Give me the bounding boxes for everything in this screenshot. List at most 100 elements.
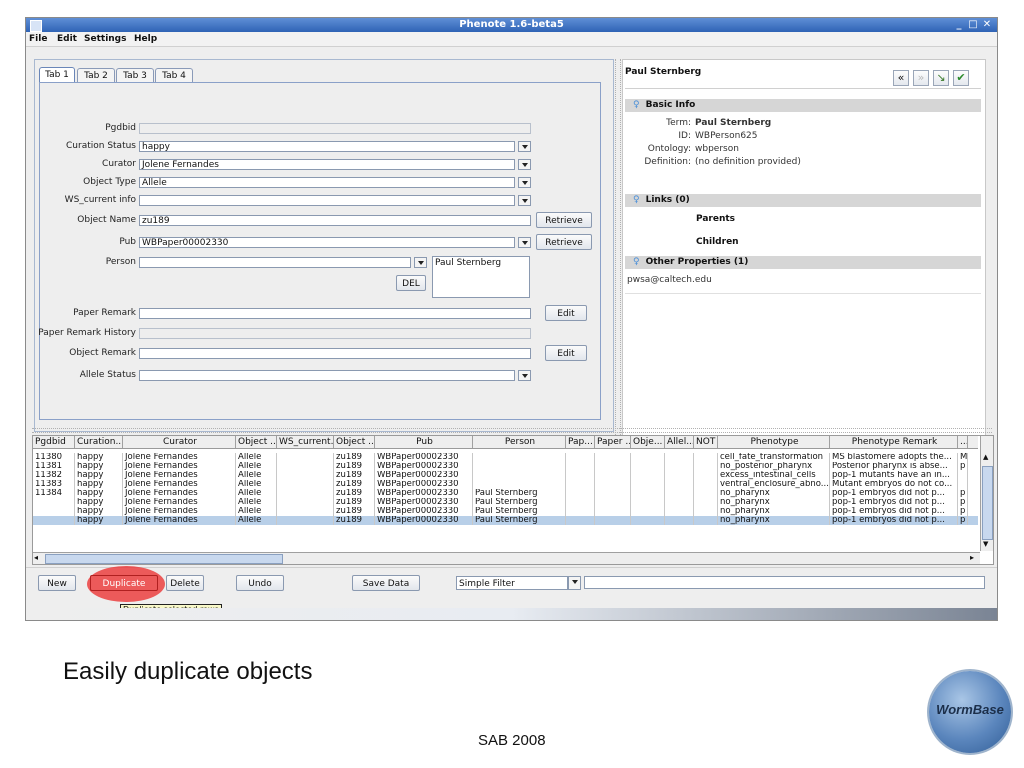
other-properties-section[interactable]: ♀ Other Properties (1): [625, 256, 981, 269]
table-cell[interactable]: pop-1 embryos did not p...: [830, 516, 958, 525]
table-cell[interactable]: Allele: [236, 471, 277, 480]
table-row[interactable]: 11381 happy Jolene Fernandes Allele zu189 WBP…: [33, 462, 978, 471]
horizontal-scrollbar[interactable]: ◂ ▸: [33, 552, 980, 564]
del-button[interactable]: DEL: [396, 275, 426, 291]
column-header[interactable]: Curator: [123, 436, 236, 448]
table-cell[interactable]: [277, 498, 334, 507]
table-cell[interactable]: [694, 498, 718, 507]
table-cell[interactable]: [595, 516, 631, 525]
object-name-field[interactable]: zu189: [139, 215, 531, 226]
column-header[interactable]: Obje...: [631, 436, 665, 448]
table-cell[interactable]: WBPaper00002330: [375, 498, 473, 507]
table-row[interactable]: 11382 happy Jolene Fernandes Allele zu189 WBP…: [33, 471, 978, 480]
table-cell[interactable]: [595, 480, 631, 489]
table-cell[interactable]: [631, 498, 665, 507]
table-cell[interactable]: Allele: [236, 498, 277, 507]
table-cell[interactable]: [566, 489, 595, 498]
table-cell[interactable]: [33, 507, 75, 516]
table-cell[interactable]: zu189: [334, 453, 375, 462]
table-cell[interactable]: [631, 480, 665, 489]
column-header[interactable]: Paper ...: [595, 436, 631, 448]
column-header[interactable]: Phenotype: [718, 436, 830, 448]
table-cell[interactable]: Jolene Fernandes: [123, 471, 236, 480]
object-type-dropdown-icon[interactable]: [518, 177, 531, 188]
object-type-field[interactable]: Allele: [139, 177, 515, 188]
column-header[interactable]: Pgdbid: [33, 436, 75, 448]
column-header[interactable]: Curation...: [75, 436, 123, 448]
table-cell[interactable]: [473, 471, 566, 480]
table-cell[interactable]: Allele: [236, 480, 277, 489]
table-cell[interactable]: 11381: [33, 462, 75, 471]
table-cell[interactable]: [694, 453, 718, 462]
table-cell[interactable]: p: [958, 462, 968, 471]
column-header[interactable]: ...: [958, 436, 968, 448]
table-cell[interactable]: Allele: [236, 453, 277, 462]
table-cell[interactable]: [595, 453, 631, 462]
table-row[interactable]: happy Jolene Fernandes Allele zu189 WBPaper0…: [33, 498, 978, 507]
table-cell[interactable]: 11382: [33, 471, 75, 480]
scroll-left-icon[interactable]: ◂: [34, 553, 38, 562]
minimize-icon[interactable]: _: [953, 19, 965, 30]
table-cell[interactable]: no_pharynx: [718, 498, 830, 507]
table-cell[interactable]: [566, 516, 595, 525]
column-header[interactable]: NOT: [694, 436, 718, 448]
vertical-scrollbar[interactable]: ▲ ▼: [980, 436, 993, 551]
menu-help[interactable]: Help: [134, 34, 157, 44]
table-cell[interactable]: 11384: [33, 489, 75, 498]
person-field[interactable]: [139, 257, 411, 268]
table-cell[interactable]: zu189: [334, 507, 375, 516]
table-cell[interactable]: [277, 471, 334, 480]
table-cell[interactable]: Paul Sternberg: [473, 498, 566, 507]
tab-3[interactable]: Tab 3: [116, 68, 154, 83]
table-cell[interactable]: [665, 462, 694, 471]
delete-button[interactable]: Delete: [166, 575, 204, 591]
table-cell[interactable]: happy: [75, 453, 123, 462]
table-cell[interactable]: [33, 498, 75, 507]
allele-status-dropdown-icon[interactable]: [518, 370, 531, 381]
table-cell[interactable]: [665, 480, 694, 489]
curator-dropdown-icon[interactable]: [518, 159, 531, 170]
tab-1[interactable]: Tab 1: [39, 67, 75, 83]
table-cell[interactable]: M: [958, 453, 968, 462]
table-cell[interactable]: [566, 498, 595, 507]
person-list[interactable]: Paul Sternberg: [432, 256, 530, 298]
undo-button[interactable]: Undo: [236, 575, 284, 591]
table-cell[interactable]: happy: [75, 507, 123, 516]
basic-info-section[interactable]: ♀ Basic Info: [625, 99, 981, 112]
table-cell[interactable]: [694, 507, 718, 516]
table-cell[interactable]: zu189: [334, 516, 375, 525]
table-cell[interactable]: [595, 498, 631, 507]
table-cell[interactable]: [595, 507, 631, 516]
column-header[interactable]: Phenotype Remark: [830, 436, 958, 448]
filter-type-select[interactable]: Simple Filter: [456, 576, 568, 590]
pub-dropdown-icon[interactable]: [518, 237, 531, 248]
maximize-icon[interactable]: □: [967, 19, 979, 30]
table-cell[interactable]: Jolene Fernandes: [123, 507, 236, 516]
table-cell[interactable]: [694, 480, 718, 489]
table-cell[interactable]: [665, 498, 694, 507]
table-cell[interactable]: [566, 453, 595, 462]
tab-2[interactable]: Tab 2: [77, 68, 115, 83]
table-cell[interactable]: zu189: [334, 498, 375, 507]
table-cell[interactable]: happy: [75, 516, 123, 525]
table-cell[interactable]: excess_intestinal_cells: [718, 471, 830, 480]
column-header[interactable]: Object ...: [236, 436, 277, 448]
menu-file[interactable]: File: [29, 34, 47, 44]
table-cell[interactable]: WBPaper00002330: [375, 516, 473, 525]
table-cell[interactable]: [595, 489, 631, 498]
table-cell[interactable]: zu189: [334, 462, 375, 471]
table-cell[interactable]: [631, 507, 665, 516]
table-cell[interactable]: [694, 489, 718, 498]
table-cell[interactable]: Jolene Fernandes: [123, 498, 236, 507]
table-cell[interactable]: no_pharynx: [718, 516, 830, 525]
column-header[interactable]: WS_current...: [277, 436, 334, 448]
table-cell[interactable]: [631, 471, 665, 480]
table-cell[interactable]: [277, 489, 334, 498]
table-row[interactable]: 11384 happy Jolene Fernandes Allele zu189 WBP…: [33, 489, 978, 498]
table-cell[interactable]: [566, 471, 595, 480]
table-cell[interactable]: Paul Sternberg: [473, 507, 566, 516]
table-cell[interactable]: p: [958, 516, 968, 525]
table-cell[interactable]: zu189: [334, 489, 375, 498]
ws-current-dropdown-icon[interactable]: [518, 195, 531, 206]
table-cell[interactable]: p: [958, 489, 968, 498]
